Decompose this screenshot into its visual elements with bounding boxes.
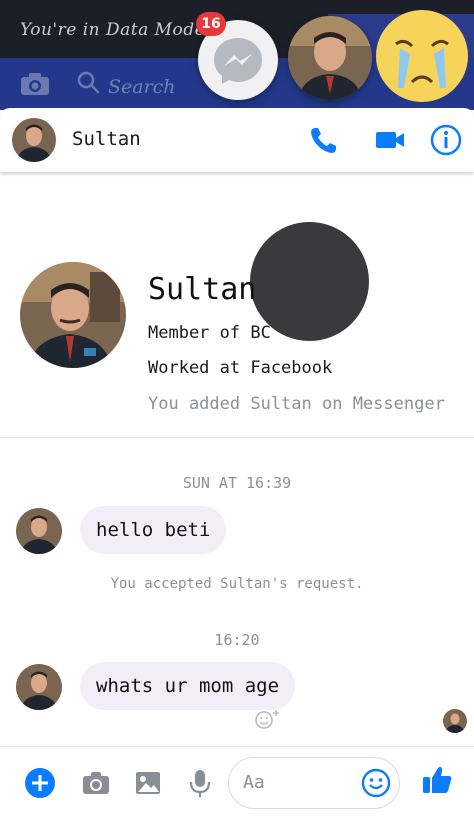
crying-emoji-icon xyxy=(376,10,468,102)
avatar-image xyxy=(16,664,62,710)
time-timestamp: 16:20 xyxy=(214,631,260,649)
plus-icon[interactable] xyxy=(24,767,56,799)
message-avatar[interactable] xyxy=(16,508,62,554)
info-icon[interactable] xyxy=(428,122,464,158)
profile-avatar[interactable] xyxy=(20,262,126,368)
mic-icon[interactable] xyxy=(184,767,216,799)
contact-name[interactable]: Sultan xyxy=(72,128,141,150)
message-input-placeholder: Aa xyxy=(243,772,265,793)
chat-head-sultan[interactable] xyxy=(288,16,372,100)
message-avatar[interactable] xyxy=(16,664,62,710)
camera-icon[interactable] xyxy=(80,767,112,799)
day-timestamp: SUN AT 16:39 xyxy=(182,474,292,492)
data-mode-text: You're in Data Mode xyxy=(20,20,206,40)
composer-bar: Aa xyxy=(0,746,474,816)
avatar[interactable] xyxy=(12,118,56,162)
avatar-image xyxy=(20,262,126,368)
conversation-header: Sultan xyxy=(0,108,474,172)
avatar-image xyxy=(16,508,62,554)
profile-added-note: You added Sultan on Messenger xyxy=(148,394,445,414)
search-icon xyxy=(77,71,100,94)
profile-name: Sultan xyxy=(148,272,257,307)
video-icon[interactable] xyxy=(372,122,408,158)
chat-head-crying-emoji[interactable] xyxy=(374,8,470,104)
divider xyxy=(0,437,474,438)
profile-worked-at: Worked at Facebook xyxy=(148,358,333,378)
phone-icon[interactable] xyxy=(306,122,342,158)
message-bubble[interactable]: whats ur mom age xyxy=(80,662,296,710)
unread-badge: 16 xyxy=(196,12,226,36)
message-input[interactable]: Aa xyxy=(228,757,400,809)
system-note: You accepted Sultan's request. xyxy=(110,576,364,592)
profile-member-of: Member of BC xyxy=(148,323,271,343)
add-reaction-icon[interactable] xyxy=(254,708,280,730)
avatar xyxy=(288,16,372,100)
seen-indicator-avatar xyxy=(443,709,467,733)
like-icon[interactable] xyxy=(420,763,454,797)
avatar-image xyxy=(443,709,467,733)
emoji-icon[interactable] xyxy=(361,768,391,798)
message-bubble[interactable]: hello beti xyxy=(80,506,227,554)
avatar-image xyxy=(12,118,56,162)
image-icon[interactable] xyxy=(132,767,164,799)
search-input[interactable]: Search xyxy=(108,76,176,98)
camera-icon[interactable] xyxy=(20,72,50,96)
